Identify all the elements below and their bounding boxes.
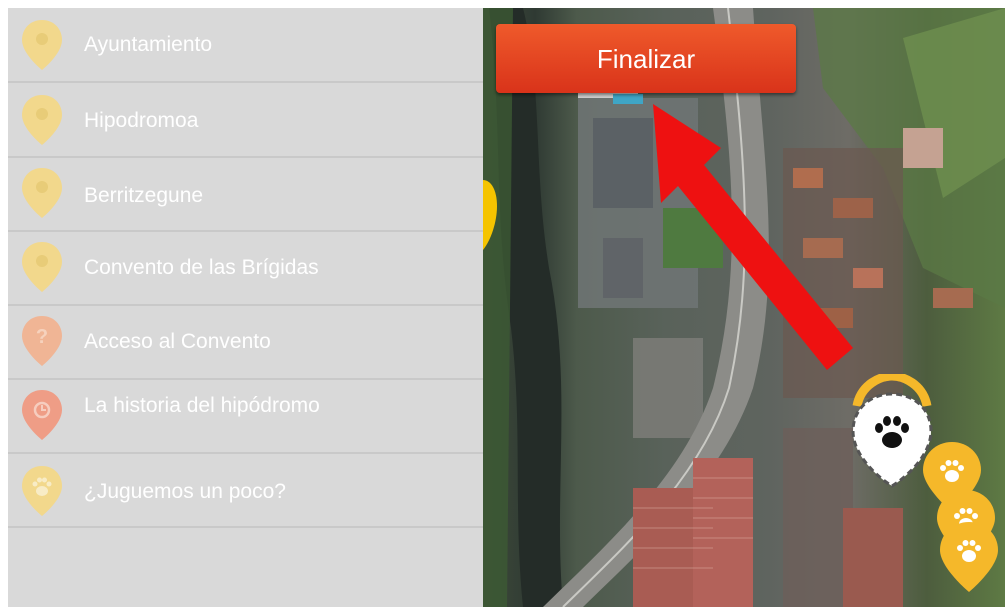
place-label: Hipodromoa: [84, 109, 199, 132]
red-arrow-icon: [653, 104, 853, 370]
paw-marker-icon[interactable]: [938, 520, 1000, 594]
satellite-map[interactable]: [483, 8, 1005, 607]
svg-text:?: ?: [36, 326, 48, 348]
paw-pin-icon: [22, 466, 62, 516]
place-label: Berritzegune: [84, 184, 204, 207]
location-pin-icon: [22, 95, 62, 145]
place-label: ¿Juguemos un poco?: [84, 480, 286, 503]
place-label: Acceso al Convento: [84, 330, 271, 353]
location-pin-icon: [22, 242, 62, 292]
list-item[interactable]: Berritzegune: [8, 158, 483, 232]
list-item[interactable]: ¿Juguemos un poco?: [8, 454, 483, 528]
places-list: Ayuntamiento Hipodromoa Berritzegune Con…: [8, 8, 483, 607]
place-label: La historia del hipódromo: [84, 394, 320, 417]
finish-button[interactable]: Finalizar: [496, 24, 796, 93]
location-pin-icon: [22, 168, 62, 218]
list-item[interactable]: La historia del hipódromo: [8, 380, 483, 454]
list-item[interactable]: Convento de las Brígidas: [8, 232, 483, 306]
place-label: Ayuntamiento: [84, 33, 213, 56]
list-item[interactable]: ? Acceso al Convento: [8, 306, 483, 380]
question-pin-icon: ?: [22, 316, 62, 366]
list-item[interactable]: Ayuntamiento: [8, 8, 483, 83]
place-label: Convento de las Brígidas: [84, 256, 319, 279]
list-item[interactable]: Hipodromoa: [8, 83, 483, 158]
clock-pin-icon: [22, 390, 62, 440]
location-pin-icon: [22, 20, 62, 70]
